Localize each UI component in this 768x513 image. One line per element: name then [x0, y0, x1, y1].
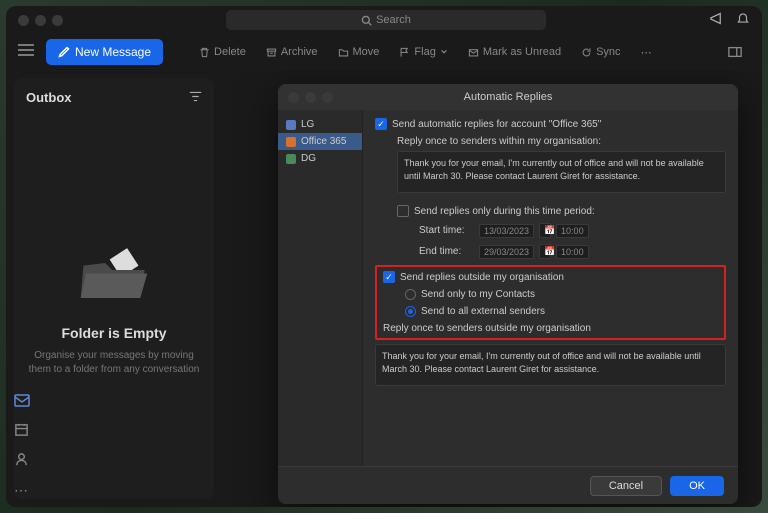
close-icon[interactable] [18, 15, 29, 26]
contacts-only-radio[interactable] [405, 289, 416, 300]
compose-icon [58, 46, 70, 58]
dialog-title: Automatic Replies [278, 91, 738, 103]
more-nav-icon[interactable]: ⋯ [14, 482, 30, 499]
outside-checkbox[interactable]: ✓ [383, 271, 395, 283]
settings-panel: ✓ Send automatic replies for account "Of… [363, 110, 738, 466]
start-time-label: Start time: [419, 225, 474, 236]
dialog-close-icon[interactable] [288, 92, 299, 103]
account-item-office365[interactable]: Office 365 [278, 133, 362, 150]
toolbar: New Message Delete Archive Move Flag Mar… [6, 34, 762, 70]
search-placeholder: Search [376, 14, 411, 26]
start-time-field[interactable]: 10:00 [556, 224, 589, 238]
contacts-only-label: Send only to my Contacts [421, 289, 535, 300]
sidebar-title: Outbox [26, 90, 72, 105]
cancel-button[interactable]: Cancel [590, 476, 662, 496]
menu-icon[interactable] [18, 43, 34, 61]
calendar-icon[interactable]: 📅 [539, 244, 551, 259]
time-period-checkbox[interactable] [397, 205, 409, 217]
titlebar: Search [6, 6, 762, 34]
highlight-box: ✓ Send replies outside my organisation S… [375, 265, 726, 340]
filter-icon[interactable] [189, 90, 202, 105]
move-button[interactable]: Move [330, 41, 388, 63]
send-auto-checkbox[interactable]: ✓ [375, 118, 387, 130]
new-message-button[interactable]: New Message [46, 39, 163, 65]
sync-icon [581, 47, 592, 58]
send-auto-label: Send automatic replies for account "Offi… [392, 119, 601, 130]
search-input[interactable]: Search [226, 10, 546, 30]
account-swatch-icon [286, 154, 296, 164]
account-item-dg[interactable]: DG [278, 150, 362, 167]
end-time-label: End time: [419, 246, 474, 257]
reply-outside-label: Reply once to senders outside my organis… [383, 323, 718, 334]
all-external-radio[interactable] [405, 306, 416, 317]
trash-icon [199, 47, 210, 58]
calendar-icon[interactable]: 📅 [539, 223, 551, 238]
flag-icon [399, 47, 410, 58]
end-time-field[interactable]: 10:00 [556, 245, 589, 259]
calendar-nav-icon[interactable] [14, 422, 30, 440]
start-date-field[interactable]: 13/03/2023 [479, 224, 534, 238]
mark-unread-button[interactable]: Mark as Unread [460, 41, 569, 63]
reply-outside-textarea[interactable]: Thank you for your email, I'm currently … [375, 344, 726, 386]
zoom-icon[interactable] [52, 15, 63, 26]
panel-icon [728, 46, 742, 58]
empty-state: Folder is Empty Organise your messages b… [26, 125, 202, 487]
delete-button[interactable]: Delete [191, 41, 254, 63]
reply-within-label: Reply once to senders within my organisa… [397, 136, 726, 147]
minimize-icon[interactable] [35, 15, 46, 26]
outside-label: Send replies outside my organisation [400, 272, 564, 283]
end-date-field[interactable]: 29/03/2023 [479, 245, 534, 259]
automatic-replies-dialog: Automatic Replies LG Office 365 DG ✓ Sen… [278, 84, 738, 504]
mail-nav-icon[interactable] [14, 393, 30, 410]
empty-folder-icon [69, 235, 159, 305]
empty-text: Organise your messages by moving them to… [26, 349, 202, 377]
announce-icon[interactable] [709, 11, 724, 29]
flag-button[interactable]: Flag [391, 41, 455, 63]
search-icon [361, 15, 372, 26]
account-item-lg[interactable]: LG [278, 116, 362, 133]
ok-button[interactable]: OK [670, 476, 724, 496]
time-period-label: Send replies only during this time perio… [414, 206, 595, 217]
sync-button[interactable]: Sync [573, 41, 628, 63]
people-nav-icon[interactable] [14, 452, 30, 470]
bell-icon[interactable] [736, 11, 750, 29]
folder-icon [338, 47, 349, 58]
empty-title: Folder is Empty [61, 325, 166, 341]
archive-button[interactable]: Archive [258, 41, 326, 63]
dialog-titlebar: Automatic Replies [278, 84, 738, 110]
dialog-zoom-icon[interactable] [322, 92, 333, 103]
mail-icon [468, 47, 479, 58]
account-list: LG Office 365 DG [278, 110, 363, 466]
panel-toggle-button[interactable] [720, 41, 750, 63]
chevron-down-icon [440, 48, 448, 56]
reply-within-textarea[interactable]: Thank you for your email, I'm currently … [397, 151, 726, 193]
all-external-label: Send to all external senders [421, 306, 545, 317]
account-swatch-icon [286, 137, 296, 147]
dialog-minimize-icon[interactable] [305, 92, 316, 103]
dialog-footer: Cancel OK [278, 466, 738, 504]
archive-icon [266, 47, 277, 58]
outbox-sidebar: Outbox Folder is Empty Organise your mes… [14, 78, 214, 499]
new-message-label: New Message [75, 45, 151, 59]
more-button[interactable]: ⋯ [633, 41, 660, 64]
account-swatch-icon [286, 120, 296, 130]
